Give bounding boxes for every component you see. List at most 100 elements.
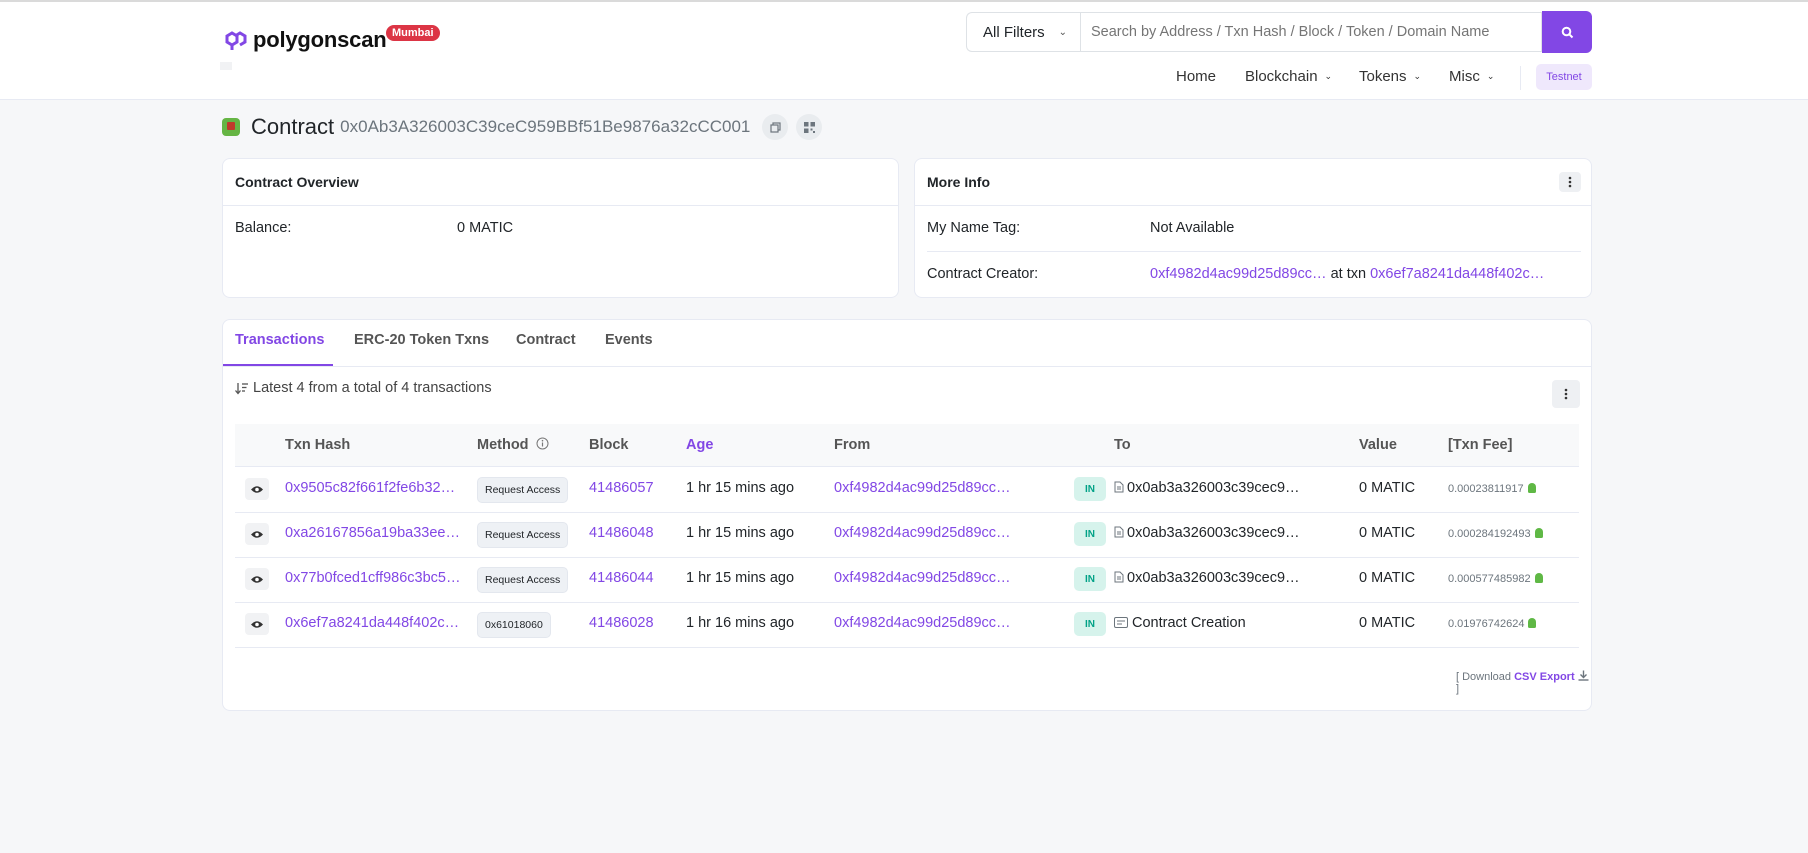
csv-download: [ Download CSV Export ] (1456, 670, 1591, 695)
testnet-button[interactable]: Testnet (1536, 64, 1592, 90)
gas-bulb-icon (1534, 573, 1543, 583)
method-badge: Request Access (477, 567, 569, 593)
polygon-logo-icon (225, 31, 247, 50)
to-address: Contract Creation (1114, 615, 1246, 631)
more-options-button[interactable] (1559, 172, 1581, 192)
age-text: 1 hr 16 mins ago (686, 615, 795, 631)
txn-fee-value: 0.000284192493 (1448, 528, 1531, 540)
logo-underline (220, 62, 232, 70)
logo[interactable]: polygonscan (221, 26, 387, 54)
method-badge: 0x61018060 (477, 612, 551, 638)
value-text: 0 MATIC (1359, 480, 1416, 496)
eye-icon (251, 485, 263, 493)
txn-hash-link[interactable]: 0xa26167856a19ba33ee… (285, 525, 460, 541)
title-label: Contract (251, 114, 335, 139)
value-text: 0 MATIC (1359, 570, 1416, 586)
to-address: 0x0ab3a326003c39cec9… (1114, 525, 1300, 541)
tab-transactions[interactable]: Transactions (235, 332, 324, 348)
nav-tokens-label: Tokens (1359, 68, 1407, 85)
contract-creation-icon (1114, 617, 1128, 628)
chevron-down-icon: ⌄ (1324, 71, 1333, 81)
qr-code-button[interactable] (796, 114, 823, 140)
network-badge: Mumbai (386, 25, 440, 41)
balance-value: 0 MATIC (457, 220, 514, 236)
nav-home[interactable]: Home (1176, 68, 1216, 85)
to-address: 0x0ab3a326003c39cec9… (1114, 570, 1300, 586)
file-icon (1114, 481, 1124, 493)
to-address-link[interactable]: 0x0ab3a326003c39cec9… (1127, 525, 1300, 541)
direction-badge: IN (1074, 522, 1106, 546)
creator-address-link[interactable]: 0xf4982d4ac99d25d89cc… (1150, 266, 1327, 282)
to-address-link[interactable]: 0x0ab3a326003c39cec9… (1127, 480, 1300, 496)
creator-info: 0xf4982d4ac99d25d89cc… at txn 0x6ef7a824… (1150, 266, 1544, 282)
csv-suffix: ] (1456, 683, 1460, 695)
from-address-link[interactable]: 0xf4982d4ac99d25d89cc… (834, 570, 1011, 586)
txn-fee-value: 0.000577485982 (1448, 573, 1531, 585)
file-icon (1114, 571, 1124, 583)
view-details-button[interactable] (245, 568, 269, 590)
nav-blockchain-label: Blockchain (1245, 68, 1318, 85)
block-link[interactable]: 41486057 (589, 480, 654, 496)
info-icon[interactable] (536, 437, 549, 450)
col-age[interactable]: Age (686, 437, 713, 453)
more-info-heading: More Info (927, 174, 990, 190)
table-row: 0x77b0fced1cff986c3bc5… Request Access 4… (235, 557, 1579, 603)
gas-bulb-icon (1534, 528, 1543, 538)
tab-events[interactable]: Events (605, 332, 653, 348)
from-address-link[interactable]: 0xf4982d4ac99d25d89cc… (834, 615, 1011, 631)
table-row: 0x6ef7a8241da448f402c… 0x61018060 414860… (235, 602, 1579, 648)
search-input[interactable] (1080, 12, 1542, 52)
divider (927, 251, 1581, 252)
txn-hash-link[interactable]: 0x6ef7a8241da448f402c… (285, 615, 459, 631)
tab-contract[interactable]: Contract (516, 332, 576, 348)
creator-txn-link[interactable]: 0x6ef7a8241da448f402c… (1370, 266, 1544, 282)
nav-tokens[interactable]: Tokens ⌄ (1359, 68, 1421, 85)
from-address-link[interactable]: 0xf4982d4ac99d25d89cc… (834, 525, 1011, 541)
txn-hash-link[interactable]: 0x9505c82f661f2fe6b32… (285, 480, 455, 496)
txn-fee-value: 0.01976742624 (1448, 618, 1525, 630)
search-button[interactable] (1542, 11, 1592, 53)
table-options-button[interactable] (1552, 380, 1580, 408)
txn-hash-link[interactable]: 0x77b0fced1cff986c3bc5… (285, 570, 460, 586)
contract-overview-card: Contract Overview Balance: 0 MATIC (222, 158, 899, 298)
nav-misc-label: Misc (1449, 68, 1480, 85)
view-details-button[interactable] (245, 478, 269, 500)
name-tag-label: My Name Tag: (927, 220, 1021, 236)
copy-button[interactable] (762, 114, 789, 140)
view-details-button[interactable] (245, 523, 269, 545)
tab-erc20-token-txns[interactable]: ERC-20 Token Txns (354, 332, 489, 348)
to-address-link[interactable]: 0x0ab3a326003c39cec9… (1127, 570, 1300, 586)
nav-blockchain[interactable]: Blockchain ⌄ (1245, 68, 1332, 85)
age-text: 1 hr 15 mins ago (686, 570, 795, 586)
block-link[interactable]: 41486028 (589, 615, 654, 631)
from-address-link[interactable]: 0xf4982d4ac99d25d89cc… (834, 480, 1011, 496)
view-details-button[interactable] (245, 613, 269, 635)
col-method-label: Method (477, 437, 529, 453)
txn-fee: 0.01976742624 (1448, 618, 1537, 630)
more-info-card: More Info My Name Tag: Not Available Con… (914, 158, 1592, 298)
nav-misc[interactable]: Misc ⌄ (1449, 68, 1494, 85)
search-icon (1561, 26, 1573, 38)
col-txn-fee[interactable]: [Txn Fee] (1448, 437, 1512, 453)
txn-fee: 0.000284192493 (1448, 528, 1543, 540)
transactions-card: Transactions ERC-20 Token Txns Contract … (222, 319, 1592, 711)
filter-select[interactable]: All Filters ⌄ (966, 12, 1080, 52)
value-text: 0 MATIC (1359, 615, 1416, 631)
creator-label: Contract Creator: (927, 266, 1039, 282)
gas-bulb-icon (1528, 618, 1537, 628)
name-tag-value: Not Available (1150, 220, 1235, 236)
eye-icon (251, 620, 263, 628)
block-link[interactable]: 41486044 (589, 570, 654, 586)
block-link[interactable]: 41486048 (589, 525, 654, 541)
qr-code-icon (803, 121, 815, 133)
contract-address: 0x0Ab3A326003C39ceC959BBf51Be9876a32cCC0… (340, 117, 751, 136)
table-row: 0xa26167856a19ba33ee… Request Access 414… (235, 512, 1579, 558)
table-header: Txn Hash Method Block Age From To Value … (235, 424, 1579, 467)
nav-home-label: Home (1176, 68, 1217, 85)
download-icon[interactable] (1578, 670, 1589, 681)
brand-name: polygonscan (253, 27, 387, 52)
at-txn-text: at txn (1330, 266, 1367, 282)
value-text: 0 MATIC (1359, 525, 1416, 541)
col-block: Block (589, 437, 629, 453)
csv-export-link[interactable]: CSV Export (1514, 671, 1575, 683)
